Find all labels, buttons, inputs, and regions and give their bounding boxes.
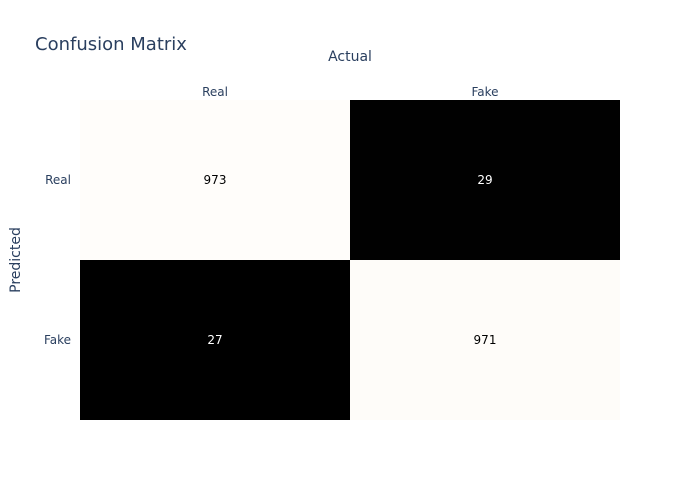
cell-value-label: 971 [474,333,497,347]
x-tick-label: Fake [471,85,498,99]
y-axis-title: Predicted [8,227,24,293]
x-tick-label: Real [202,85,228,99]
heatmap-cells: 973 29 27 971 [80,100,620,420]
confusion-matrix-chart: Confusion Matrix Actual Predicted 973 29 2… [0,0,700,500]
x-axis-title: Actual [328,49,372,65]
chart-title: Confusion Matrix [35,34,187,55]
y-tick-label: Fake [44,333,71,347]
cell-value-label: 29 [477,173,492,187]
cell-value-label: 27 [207,333,222,347]
y-tick-label: Real [45,173,71,187]
cell-value-label: 973 [204,173,227,187]
